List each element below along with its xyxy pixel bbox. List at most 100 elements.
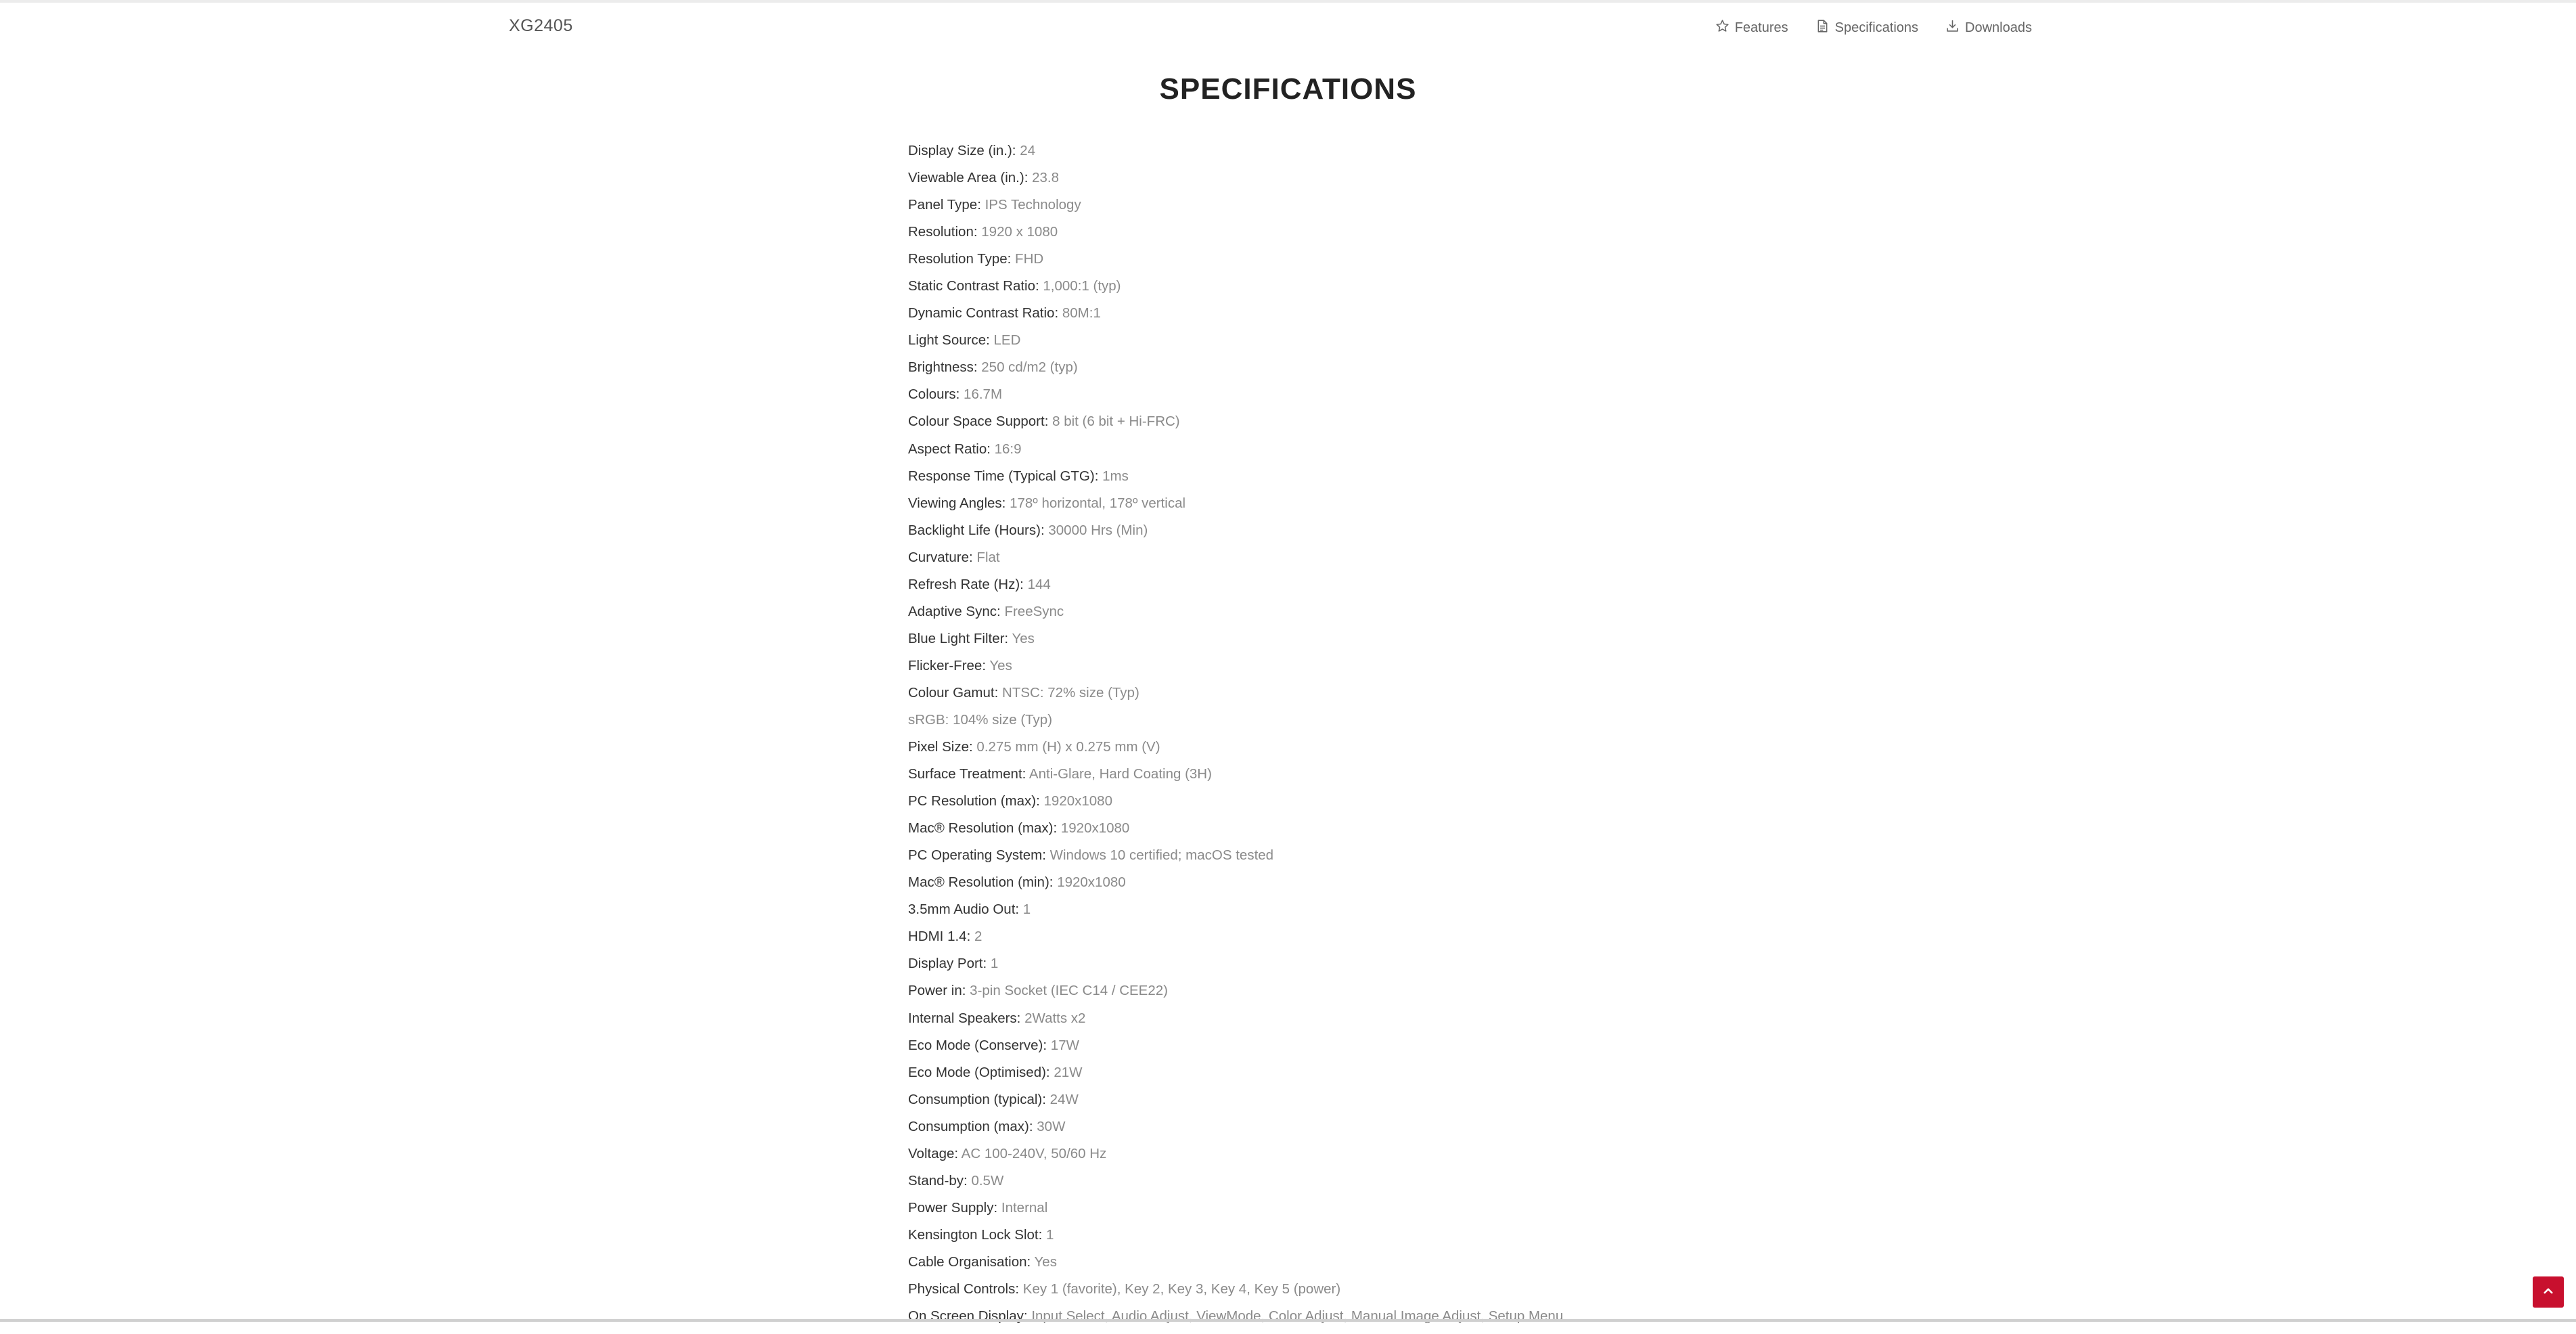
spec-value: Flat: [976, 549, 1000, 565]
spec-row: Consumption (typical): 24W: [908, 1090, 1563, 1117]
spec-label: Viewing Angles:: [908, 495, 1006, 511]
star-icon: [1715, 19, 1730, 37]
spec-row: Pixel Size: 0.275 mm (H) x 0.275 mm (V): [908, 738, 1563, 765]
spec-row: PC Resolution (max): 1920x1080: [908, 792, 1563, 819]
spec-value: IPS Technology: [985, 197, 1081, 213]
spec-row: Physical Controls: Key 1 (favorite), Key…: [908, 1280, 1563, 1307]
spec-label: Colour Gamut:: [908, 684, 999, 701]
spec-value: LED: [993, 332, 1021, 349]
spec-label: Panel Type:: [908, 197, 981, 213]
spec-value: 1: [1046, 1226, 1054, 1243]
document-icon: [1815, 19, 1830, 37]
spec-label: Physical Controls:: [908, 1281, 1020, 1297]
spec-value: 2: [974, 929, 982, 945]
spec-label: Kensington Lock Slot:: [908, 1226, 1043, 1243]
spec-value: sRGB: 104% size (Typ): [908, 711, 1053, 728]
spec-row: Adaptive Sync: FreeSync: [908, 602, 1563, 629]
spec-row: Panel Type: IPS Technology: [908, 196, 1563, 223]
nav-specifications[interactable]: Specifications: [1815, 19, 1918, 37]
spec-row: Display Port: 1: [908, 954, 1563, 981]
spec-row: Light Source: LED: [908, 331, 1563, 358]
spec-row: Static Contrast Ratio: 1,000:1 (typ): [908, 277, 1563, 304]
spec-value: 250 cd/m2 (typ): [981, 359, 1078, 376]
spec-label: Dynamic Contrast Ratio:: [908, 305, 1059, 321]
spec-label: Display Size (in.):: [908, 143, 1016, 158]
spec-row: Resolution Type: FHD: [908, 250, 1563, 277]
spec-label: Display Port:: [908, 956, 987, 972]
spec-value: 1: [1022, 902, 1031, 918]
spec-label: Resolution Type:: [908, 251, 1012, 267]
spec-label: Brightness:: [908, 359, 978, 376]
brand-title[interactable]: XG2405: [509, 16, 573, 36]
nav-features-label: Features: [1734, 20, 1788, 35]
spec-value: FHD: [1015, 251, 1044, 267]
spec-row: Consumption (max): 30W: [908, 1117, 1563, 1144]
spec-row: Response Time (Typical GTG): 1ms: [908, 467, 1563, 494]
top-nav: Features Specifications Downloads: [1715, 19, 2032, 37]
back-to-top-button[interactable]: [2533, 1276, 2564, 1308]
spec-label: Mac® Resolution (min):: [908, 874, 1054, 891]
spec-row: sRGB: 104% size (Typ): [908, 711, 1563, 738]
spec-row: PC Operating System: Windows 10 certifie…: [908, 846, 1563, 873]
nav-downloads[interactable]: Downloads: [1945, 19, 2032, 37]
spec-label: Adaptive Sync:: [908, 603, 1001, 619]
spec-label: Internal Speakers:: [908, 1010, 1021, 1026]
page-title: SPECIFICATIONS: [1159, 72, 1417, 106]
spec-label: Refresh Rate (Hz):: [908, 576, 1024, 592]
spec-value: Yes: [1034, 1253, 1057, 1270]
bottom-scrollbar-edge: [0, 1319, 2576, 1322]
spec-label: Backlight Life (Hours):: [908, 522, 1045, 538]
spec-value: 1920 x 1080: [981, 224, 1058, 240]
top-border: [0, 0, 2576, 3]
spec-value: 23.8: [1032, 170, 1059, 186]
spec-label: PC Operating System:: [908, 847, 1046, 864]
spec-row: Aspect Ratio: 16:9: [908, 440, 1563, 467]
spec-row: Curvature: Flat: [908, 548, 1563, 575]
spec-row: Eco Mode (Optimised): 21W: [908, 1063, 1563, 1090]
spec-label: Viewable Area (in.):: [908, 170, 1029, 186]
spec-row: Eco Mode (Conserve): 17W: [908, 1036, 1563, 1063]
nav-features[interactable]: Features: [1715, 19, 1788, 37]
spec-label: Flicker-Free:: [908, 657, 987, 673]
spec-label: Power in:: [908, 983, 966, 999]
spec-value: 24: [1020, 143, 1036, 158]
spec-value: Internal: [1001, 1199, 1048, 1216]
spec-value: 24W: [1049, 1091, 1079, 1107]
spec-value: 144: [1027, 576, 1051, 592]
spec-row: Display Size (in.): 24: [908, 141, 1563, 169]
spec-row: Colour Space Support: 8 bit (6 bit + Hi-…: [908, 412, 1563, 439]
spec-value: 8 bit (6 bit + Hi-FRC): [1052, 414, 1180, 430]
spec-label: Colour Space Support:: [908, 414, 1049, 430]
spec-row: Flicker-Free: Yes: [908, 657, 1563, 684]
spec-row: Power Supply: Internal: [908, 1199, 1563, 1226]
spec-row: Stand-by: 0.5W: [908, 1172, 1563, 1199]
spec-label: Pixel Size:: [908, 739, 973, 755]
spec-row: Viewable Area (in.): 23.8: [908, 169, 1563, 196]
spec-value: 0.5W: [971, 1172, 1004, 1188]
spec-value: 1: [990, 956, 999, 972]
spec-row: Backlight Life (Hours): 30000 Hrs (Min): [908, 521, 1563, 548]
spec-value: 16:9: [994, 441, 1022, 457]
spec-row: Kensington Lock Slot: 1: [908, 1226, 1563, 1253]
nav-specifications-label: Specifications: [1834, 20, 1919, 35]
spec-value: Windows 10 certified; macOS tested: [1049, 847, 1274, 864]
spec-value: 30W: [1037, 1118, 1066, 1134]
spec-label: PC Resolution (max):: [908, 793, 1040, 809]
spec-row: Colour Gamut: NTSC: 72% size (Typ): [908, 684, 1563, 711]
download-icon: [1945, 19, 1960, 37]
spec-label: Blue Light Filter:: [908, 630, 1009, 646]
spec-row: Viewing Angles: 178º horizontal, 178º ve…: [908, 494, 1563, 521]
spec-row: Voltage: AC 100-240V, 50/60 Hz: [908, 1144, 1563, 1172]
spec-value: NTSC: 72% size (Typ): [1002, 684, 1139, 701]
spec-value: FreeSync: [1004, 603, 1064, 619]
spec-row: Internal Speakers: 2Watts x2: [908, 1009, 1563, 1036]
spec-value: Yes: [989, 657, 1012, 673]
spec-value: 2Watts x2: [1024, 1010, 1086, 1026]
spec-label: 3.5mm Audio Out:: [908, 902, 1020, 918]
spec-label: Eco Mode (Optimised):: [908, 1064, 1050, 1080]
spec-label: Static Contrast Ratio:: [908, 278, 1039, 294]
spec-row: HDMI 1.4: 2: [908, 927, 1563, 954]
spec-label: Consumption (typical):: [908, 1091, 1046, 1107]
spec-value: 0.275 mm (H) x 0.275 mm (V): [976, 739, 1160, 755]
spec-value: 17W: [1050, 1037, 1079, 1053]
